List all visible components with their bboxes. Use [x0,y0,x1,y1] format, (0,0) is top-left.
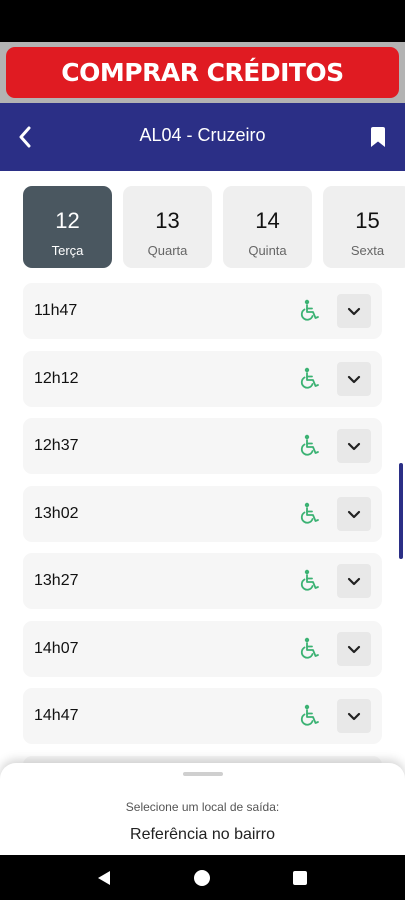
app-header: AL04 - Cruzeiro [0,103,405,171]
buy-credits-button[interactable]: COMPRAR CRÉDITOS [6,47,399,98]
system-nav-bar [0,855,405,900]
back-button[interactable] [12,121,38,153]
schedule-content: 12 Terça 13 Quarta 14 Quinta 15 Sexta 11… [0,171,405,855]
time-row[interactable]: 14h07 [23,621,382,677]
departure-time: 14h47 [34,707,79,724]
departure-time: 12h12 [34,370,79,387]
wheelchair-icon [300,502,319,524]
triangle-back-icon [98,871,110,885]
nav-home-button[interactable] [189,865,215,891]
departure-time: 13h27 [34,572,79,589]
status-bar [0,0,405,42]
time-row[interactable]: 14h47 [23,688,382,744]
wheelchair-icon [300,569,319,591]
expand-button[interactable] [337,294,371,328]
scrollbar-thumb[interactable] [399,463,403,559]
square-recents-icon [293,871,307,885]
departure-time: 13h02 [34,505,79,522]
wheelchair-icon [300,637,319,659]
wheelchair-icon [300,299,319,321]
sheet-prompt: Selecione um local de saída: [125,800,280,814]
circle-home-icon [194,870,210,886]
chevron-down-icon [347,510,361,518]
chevron-down-icon [347,712,361,720]
page-title: AL04 - Cruzeiro [139,125,266,145]
departure-time: 14h07 [34,640,79,657]
chevron-down-icon [347,442,361,450]
day-card[interactable]: 14 Quinta [223,186,312,268]
day-card-selected[interactable]: 12 Terça [23,186,112,268]
expand-button[interactable] [337,362,371,396]
expand-button[interactable] [337,632,371,666]
sheet-drag-handle[interactable] [183,772,223,776]
bookmark-icon [371,127,385,147]
day-card[interactable]: 13 Quarta [123,186,212,268]
time-row[interactable]: 11h47 [23,283,382,339]
expand-button[interactable] [337,497,371,531]
time-row[interactable]: 13h02 [23,486,382,542]
day-name: Quinta [248,243,287,258]
chevron-down-icon [347,577,361,585]
departure-time: 11h47 [34,302,78,319]
time-row[interactable]: 12h37 [23,418,382,474]
chevron-left-icon [19,126,31,148]
day-number: 13 [155,208,180,233]
departure-location-value[interactable]: Referência no bairro [0,826,405,844]
chevron-down-icon [347,375,361,383]
day-name: Sexta [350,243,385,258]
wheelchair-icon [300,434,319,456]
day-number: 14 [255,208,280,233]
wheelchair-icon [300,704,319,726]
expand-button[interactable] [337,564,371,598]
time-row[interactable]: 13h27 [23,553,382,609]
buy-credits-label: COMPRAR CRÉDITOS [61,58,344,87]
nav-back-button[interactable] [91,865,117,891]
time-row[interactable]: 12h12 [23,351,382,407]
day-card[interactable]: 15 Sexta [323,186,405,268]
day-number: 12 [55,208,80,233]
day-number: 15 [355,208,380,233]
expand-button[interactable] [337,699,371,733]
expand-button[interactable] [337,429,371,463]
day-selector: 12 Terça 13 Quarta 14 Quinta 15 Sexta [0,186,405,268]
chevron-down-icon [347,307,361,315]
promo-banner: COMPRAR CRÉDITOS [0,42,405,103]
departure-time: 12h37 [34,437,79,454]
departure-location-sheet[interactable]: Selecione um local de saída: Referência … [0,763,405,855]
nav-recents-button[interactable] [287,865,313,891]
wheelchair-icon [300,367,319,389]
day-name: Quarta [147,243,188,258]
day-name: Terça [51,243,84,258]
chevron-down-icon [347,645,361,653]
bookmark-button[interactable] [365,123,391,151]
